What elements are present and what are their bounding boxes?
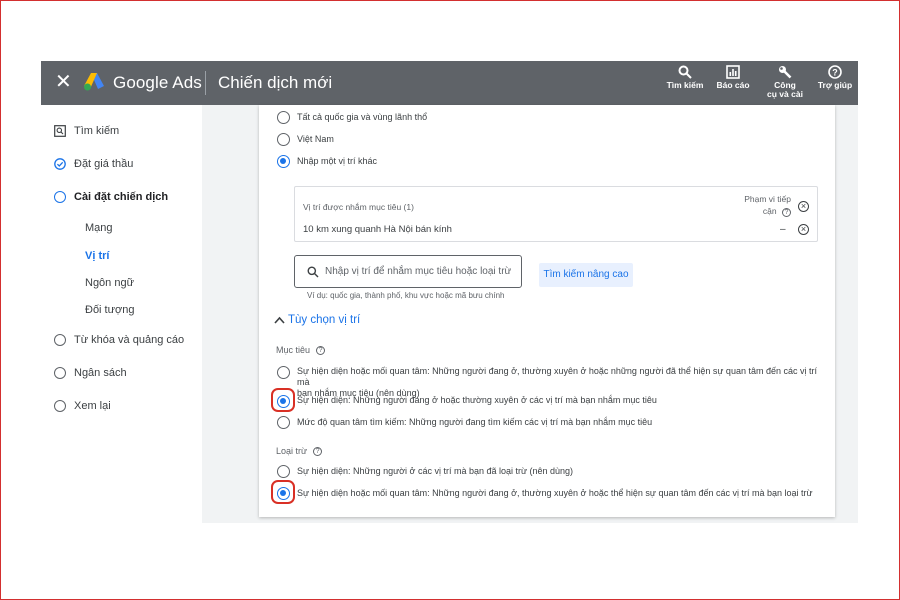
report-icon	[726, 65, 740, 79]
sidebar-subitem-network[interactable]: Mạng	[85, 222, 113, 234]
circle-icon	[54, 191, 66, 203]
location-search-input[interactable]: Nhập vị trí để nhắm mục tiêu hoặc loại t…	[294, 255, 522, 288]
location-options-toggle[interactable]: Tùy chọn vị trí	[274, 314, 360, 326]
reach-header-line1: Phạm vi tiếp	[744, 194, 791, 204]
exclude-section-label: Loại trừ ?	[276, 446, 323, 456]
sidebar-item-label: Xem lại	[74, 400, 111, 412]
search-hint: Ví dụ: quốc gia, thành phố, khu vực hoặc…	[307, 291, 505, 300]
search-placeholder: Nhập vị trí để nhắm mục tiêu hoặc loại t…	[325, 266, 512, 277]
radio-target-presence[interactable]	[277, 395, 290, 408]
sidebar-item-budget[interactable]: Ngân sách	[54, 367, 127, 379]
tools-settings-button[interactable]: Công cụ và cài	[763, 65, 807, 99]
radio-exclude-presence[interactable]	[277, 465, 290, 478]
help-icon[interactable]: ?	[316, 345, 326, 355]
sidebar-item-label: Tìm kiếm	[74, 125, 120, 137]
targeted-location-item: 10 km xung quanh Hà Nội bán kính	[303, 224, 452, 235]
sidebar-item-bidding[interactable]: Đặt giá thầu	[54, 158, 133, 170]
reach-value: –	[780, 224, 786, 235]
sidebar: Tìm kiếm Đặt giá thầu Cài đặt chiến dịch…	[41, 105, 202, 523]
page-title: Chiến dịch mới	[218, 73, 333, 92]
radio-target-presence-interest[interactable]	[277, 366, 290, 379]
search-box-icon	[54, 125, 66, 137]
radio-target-search-interest[interactable]	[277, 416, 290, 429]
targeted-locations-box: Vị trí được nhắm mục tiêu (1) Phạm vi ti…	[294, 186, 818, 242]
sidebar-item-search[interactable]: Tìm kiếm	[54, 125, 119, 137]
help-icon: ?	[828, 65, 842, 79]
sidebar-item-keywords-ads[interactable]: Từ khóa và quảng cáo	[54, 334, 184, 346]
location-settings-card: Tất cả quốc gia và vùng lãnh thổ Việt Na…	[259, 105, 835, 517]
sidebar-item-label: Từ khóa và quảng cáo	[74, 334, 185, 346]
sidebar-item-campaign-settings[interactable]: Cài đặt chiến dịch	[54, 191, 168, 203]
report-tool-button[interactable]: Báo cáo	[713, 65, 753, 90]
target-option-2: Sự hiện diện: Những người đang ở hoặc th…	[297, 395, 657, 405]
target-option-3: Mức độ quan tâm tìm kiếm: Những người đa…	[297, 417, 653, 427]
circle-icon	[54, 334, 66, 346]
target-section-label: Mục tiêu ?	[276, 345, 326, 355]
tools-label-line2: cụ và cài	[767, 89, 803, 99]
google-ads-window: ✕ Google Ads Chiến dịch mới Tìm kiếm Báo…	[41, 61, 858, 523]
radio-vietnam[interactable]	[277, 133, 290, 146]
exclude-option-2: Sự hiện diện hoặc mối quan tâm: Những ng…	[297, 488, 813, 498]
main-content: Tất cả quốc gia và vùng lãnh thổ Việt Na…	[202, 105, 858, 523]
google-ads-logo-icon	[84, 73, 104, 91]
exclude-option-1: Sự hiện diện: Những người ở các vị trí m…	[297, 466, 574, 476]
sidebar-subitem-audience[interactable]: Đối tượng	[85, 304, 134, 316]
sidebar-item-label: Đặt giá thầu	[74, 158, 134, 170]
close-icon[interactable]: ✕	[55, 72, 72, 92]
radio-all-countries[interactable]	[277, 111, 290, 124]
search-tool-button[interactable]: Tìm kiếm	[663, 65, 707, 90]
radio-other-location[interactable]	[277, 155, 290, 168]
search-icon	[678, 65, 692, 79]
help-tool-button[interactable]: ? Trợ giúp	[815, 65, 855, 90]
sidebar-subitem-language[interactable]: Ngôn ngữ	[85, 277, 134, 289]
option-label: Nhập một vị trí khác	[297, 156, 378, 166]
title-divider	[205, 71, 206, 95]
reach-header: Phạm vi tiếp cận ?	[735, 193, 791, 217]
help-icon[interactable]: ?	[313, 446, 323, 456]
top-bar: ✕ Google Ads Chiến dịch mới Tìm kiếm Báo…	[41, 61, 858, 105]
remove-all-icon[interactable]: ×	[798, 201, 809, 212]
target-option-1-line1: Sự hiện diện hoặc mối quan tâm: Những ng…	[297, 366, 817, 387]
circle-icon	[54, 400, 66, 412]
svg-text:?: ?	[832, 67, 838, 77]
sidebar-item-label: Ngân sách	[74, 367, 127, 379]
help-tool-label: Trợ giúp	[817, 80, 853, 90]
report-tool-label: Báo cáo	[716, 80, 750, 90]
wrench-icon	[779, 66, 792, 79]
option-label: Việt Nam	[297, 134, 334, 144]
search-tool-label: Tìm kiếm	[666, 80, 704, 90]
sidebar-subitem-location[interactable]: Vị trí	[85, 250, 109, 262]
remove-location-icon[interactable]: ×	[798, 224, 809, 235]
exclude-label: Loại trừ	[276, 446, 308, 456]
search-icon	[307, 266, 319, 278]
reach-header-line2: cận	[762, 206, 777, 216]
advanced-search-button[interactable]: Tìm kiếm nâng cao	[539, 263, 633, 287]
radio-exclude-presence-interest[interactable]	[277, 487, 290, 500]
target-label: Mục tiêu	[276, 345, 311, 355]
check-circle-icon	[54, 158, 66, 170]
chevron-up-icon	[274, 316, 285, 324]
option-label: Tất cả quốc gia và vùng lãnh thổ	[297, 112, 428, 122]
targeted-header: Vị trí được nhắm mục tiêu (1)	[303, 202, 414, 212]
circle-icon	[54, 367, 66, 379]
brand-name: Google Ads	[113, 73, 202, 92]
help-icon[interactable]: ?	[782, 208, 791, 217]
sidebar-item-review[interactable]: Xem lại	[54, 400, 111, 412]
sidebar-item-label: Cài đặt chiến dịch	[74, 191, 169, 203]
location-options-title: Tùy chọn vị trí	[288, 314, 361, 326]
